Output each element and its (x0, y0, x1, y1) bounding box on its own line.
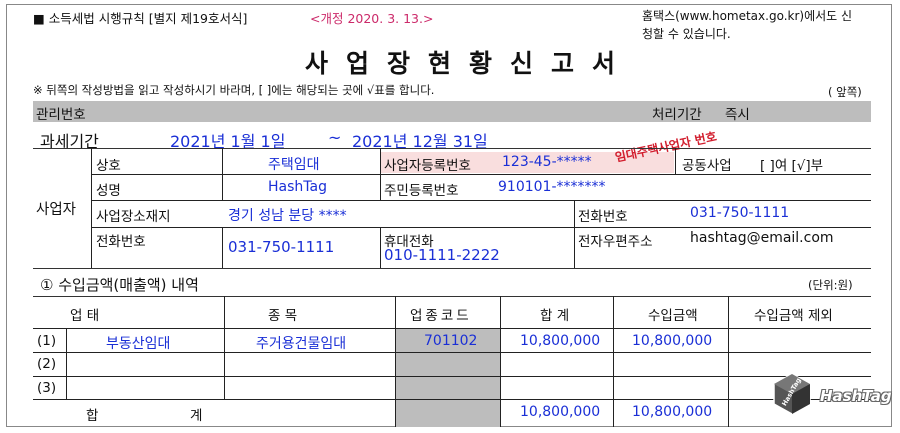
rule (33, 296, 871, 297)
income-section-title: ① 수입금액(매출액) 내역 (40, 276, 199, 294)
email-label: 전자우편주소 (578, 234, 653, 250)
rule (224, 296, 225, 399)
owner-name-value: HashTag (268, 179, 327, 195)
rule (33, 352, 871, 353)
owner-name-label: 성명 (96, 183, 121, 199)
row-income: 10,800,000 (632, 333, 713, 349)
joint-business-label: 공동사업 (682, 158, 732, 174)
unit-label: (단위:원) (808, 278, 853, 292)
rule (574, 200, 575, 268)
tax-period-separator: ~ (328, 128, 342, 147)
rule (728, 296, 729, 427)
column-business-type: 업 태 (70, 308, 100, 324)
row-business-type: 부동산임대 (106, 336, 171, 352)
rule (222, 227, 223, 268)
sum-total: 10,800,000 (520, 404, 601, 420)
column-total: 합 계 (540, 308, 570, 324)
sum-income: 10,800,000 (632, 404, 713, 420)
rule (222, 148, 223, 200)
hashtag-brand-text: HashTag (820, 387, 892, 405)
registration-number-value: 123-45-***** (502, 154, 592, 170)
rule (91, 148, 92, 268)
rule (33, 399, 871, 400)
hometax-notice-2: 청할 수 있습니다. (642, 27, 731, 41)
rule (91, 174, 871, 175)
rule (66, 328, 67, 399)
business-section-label: 사업자 (36, 202, 77, 218)
column-excluded: 수입금액 제외 (754, 308, 833, 324)
page-side: ( 앞쪽) (828, 85, 862, 99)
law-reference: ■ 소득세법 시행규칙 [별지 제19호서식] (33, 11, 248, 26)
rule (675, 148, 676, 174)
sum-label-b: 계 (190, 408, 203, 424)
rule (33, 328, 871, 329)
management-number-label: 관리번호 (36, 107, 86, 123)
rule (91, 200, 871, 201)
row-industry-code: 701102 (424, 333, 478, 349)
column-item: 종 목 (268, 308, 298, 324)
form-title: 사업장현황신고서 (305, 49, 634, 78)
revision-date: <개정 2020. 3. 13.> (310, 11, 434, 26)
trade-name-value: 주택임대 (268, 157, 320, 173)
joint-business-value: [ ]여 [√]부 (760, 158, 824, 174)
rule (33, 376, 871, 377)
phone-label-left: 전화번호 (96, 234, 146, 250)
rule (395, 296, 396, 427)
registration-number-label: 사업자등록번호 (384, 158, 471, 174)
rule (91, 227, 871, 228)
row-total: 10,800,000 (520, 333, 601, 349)
resident-number-label: 주민등록번호 (384, 183, 459, 199)
mobile-value: 010-1111-2222 (384, 246, 500, 264)
rule (380, 148, 381, 200)
processing-period-value: 즉시 (725, 107, 750, 123)
column-income: 수입금액 (648, 308, 698, 324)
business-address-label: 사업장소재지 (96, 209, 171, 225)
column-industry-code: 업종코드 (410, 308, 472, 324)
rule (380, 227, 381, 268)
instructions: ※ 뒤쪽의 작성방법을 읽고 작성하시기 바라며, [ ]에는 해당되는 곳에 … (33, 83, 435, 97)
phone-value-left: 031-750-1111 (228, 238, 335, 256)
rule (33, 268, 871, 269)
email-value: hashtag@email.com (690, 230, 834, 246)
resident-number-value: 910101-******* (498, 179, 606, 195)
phone-label-right: 전화번호 (578, 209, 628, 225)
row-number: (2) (37, 356, 57, 372)
hometax-notice-1: 홈택스(www.hometax.go.kr)에서도 신 (642, 9, 853, 23)
sum-label-a: 합 (86, 408, 99, 424)
row-number: (1) (37, 333, 57, 349)
trade-name-label: 상호 (96, 158, 121, 174)
rule (500, 296, 501, 427)
row-item: 주거용건물임대 (256, 336, 347, 352)
phone-value-right: 031-750-1111 (690, 205, 790, 221)
rule (613, 296, 614, 427)
row-number: (3) (37, 380, 57, 396)
business-address-value: 경기 성남 분당 **** (228, 208, 347, 224)
processing-period-label: 처리기간 (652, 107, 702, 123)
rule (33, 148, 871, 149)
